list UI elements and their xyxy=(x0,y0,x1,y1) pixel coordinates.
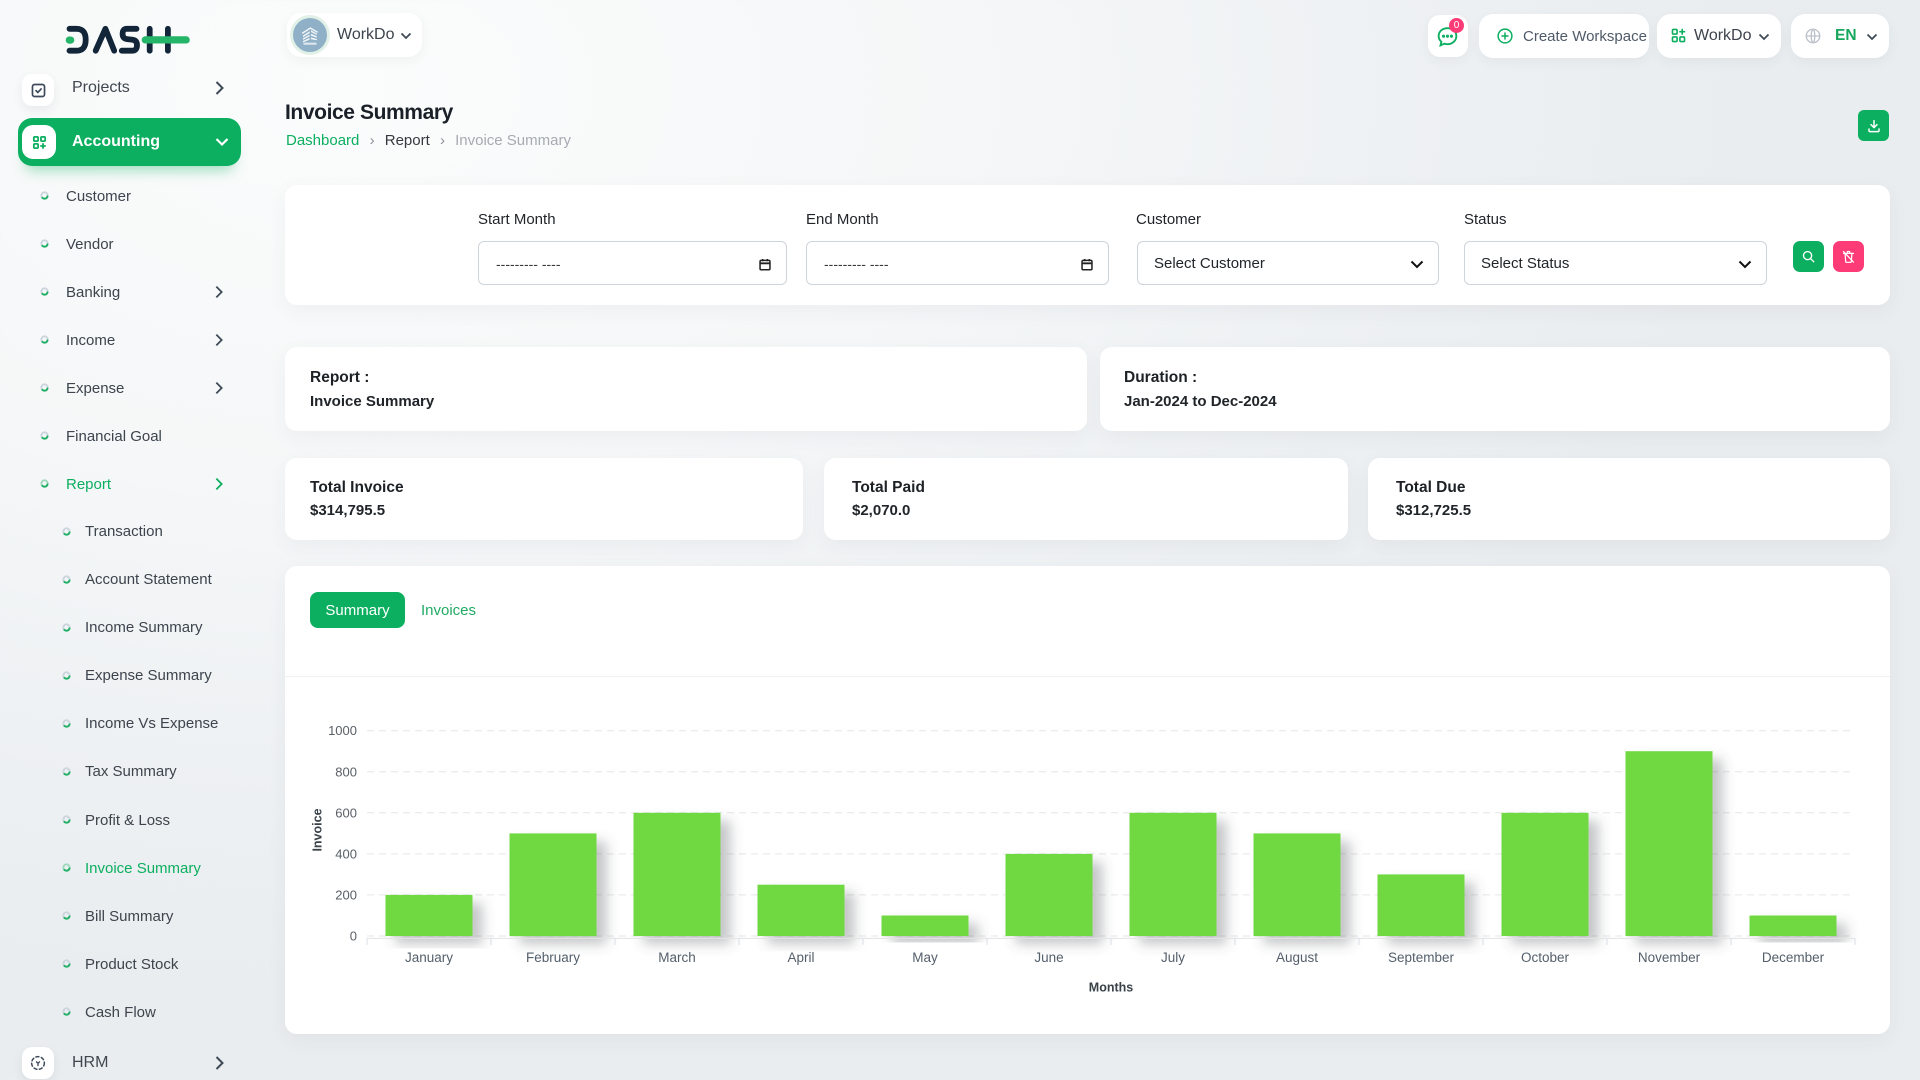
svg-text:1000: 1000 xyxy=(328,723,357,738)
svg-text:June: June xyxy=(1034,950,1063,965)
svg-text:August: August xyxy=(1276,950,1318,965)
svg-text:July: July xyxy=(1161,950,1185,965)
svg-text:December: December xyxy=(1762,950,1825,965)
svg-text:200: 200 xyxy=(335,887,357,902)
svg-text:March: March xyxy=(658,950,696,965)
svg-text:800: 800 xyxy=(335,764,357,779)
svg-text:September: September xyxy=(1388,950,1455,965)
svg-text:400: 400 xyxy=(335,846,357,861)
svg-text:600: 600 xyxy=(335,805,357,820)
svg-text:February: February xyxy=(526,950,580,965)
svg-text:October: October xyxy=(1521,950,1570,965)
svg-text:November: November xyxy=(1638,950,1701,965)
svg-text:0: 0 xyxy=(350,929,357,944)
svg-text:May: May xyxy=(912,950,938,965)
svg-text:January: January xyxy=(405,950,453,965)
svg-text:April: April xyxy=(787,950,814,965)
svg-text:Invoice: Invoice xyxy=(311,808,325,851)
svg-text:Months: Months xyxy=(1089,980,1133,994)
